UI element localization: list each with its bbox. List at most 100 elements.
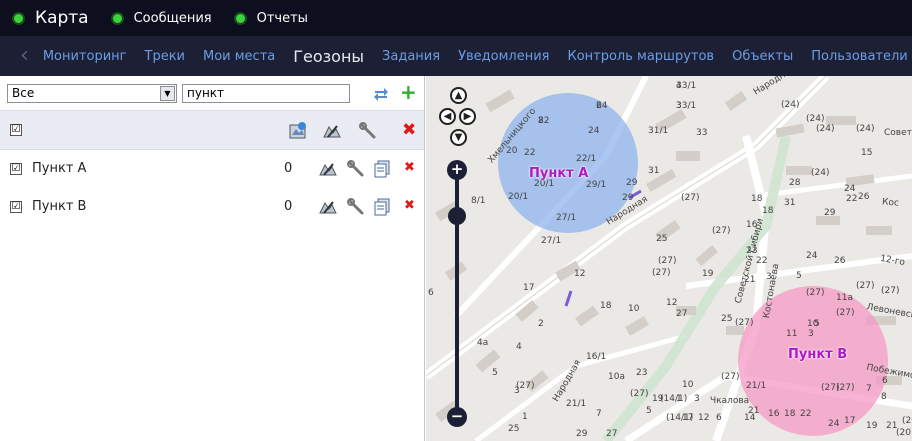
radio-dot-icon (14, 13, 23, 23)
house-number-label: (27) (881, 286, 900, 296)
zoom-in-icon[interactable]: + (447, 160, 467, 180)
delete-x-icon[interactable]: ✖ (402, 120, 416, 140)
list-header-row: ☑ ✖ (0, 110, 424, 150)
row-checkbox[interactable]: ☑ (10, 201, 22, 213)
house-number-label: 29 (626, 178, 638, 188)
house-number-label: (27) (836, 383, 855, 393)
top-menu-bar: Карта Сообщения Отчеты (0, 0, 912, 36)
wrench-icon[interactable] (346, 197, 366, 217)
house-number-label: 5 (646, 406, 652, 416)
group-filter-select[interactable]: Все ▼ (7, 84, 177, 103)
pan-up-icon[interactable]: ▲ (450, 87, 467, 104)
house-number-label: 4а (477, 338, 489, 348)
house-number-label: 29 (576, 429, 588, 439)
copy-icon[interactable] (372, 197, 392, 217)
zoom-slider-thumb[interactable] (448, 207, 466, 225)
geozone-props-icon[interactable] (322, 121, 342, 141)
nav-geofences[interactable]: Геозоны (293, 47, 364, 66)
top-menu-map[interactable]: Карта (14, 8, 89, 28)
top-menu-map-label: Карта (35, 8, 89, 28)
pan-down-icon[interactable]: ▼ (450, 129, 467, 146)
select-all-checkbox[interactable]: ☑ (10, 124, 22, 136)
list-item[interactable]: ☑ Пункт В 0 ✖ (0, 188, 424, 226)
house-number-label: 17 (844, 416, 856, 426)
chevron-left-icon[interactable]: ‹ (20, 45, 29, 67)
search-input[interactable]: пункт (182, 84, 350, 103)
house-number-label: 22 (846, 194, 858, 204)
geozone-props-icon[interactable] (318, 159, 338, 179)
house-number-label: (24) (781, 100, 800, 110)
house-number-label: 26 (834, 256, 846, 266)
add-plus-icon[interactable]: + (400, 80, 417, 104)
house-number-label: 8/1 (471, 196, 486, 206)
nav-units[interactable]: Объекты (732, 49, 793, 64)
house-number-label: 12 (698, 413, 710, 423)
geozone-props-icon[interactable] (318, 197, 338, 217)
house-number-label: 6 (596, 101, 602, 111)
house-number-label: 8 (881, 392, 887, 402)
house-number-label: 16 (768, 409, 780, 419)
pan-left-icon[interactable]: ◀ (439, 108, 456, 125)
geofence-name[interactable]: Пункт А (32, 161, 86, 176)
house-number-label: 19 (866, 421, 878, 431)
zoom-out-icon[interactable]: − (447, 407, 467, 427)
map-canvas[interactable]: Хмельницкого Народная Народная Народная … (426, 76, 912, 441)
delete-x-icon[interactable]: ✖ (404, 198, 415, 213)
house-number-label: 20/1 (508, 192, 529, 202)
house-number-label: (14/1) (660, 394, 688, 404)
geofence-panel: Все ▼ пункт + ☑ ✖ ☑ Пункт А 0 ✖ ☑ Пункт … (0, 76, 425, 441)
dropdown-arrow-icon[interactable]: ▼ (160, 86, 175, 101)
house-number-label: 29/1 (586, 180, 607, 190)
nav-users[interactable]: Пользователи (811, 49, 908, 64)
house-number-label: 29 (824, 208, 836, 218)
house-number-label: (27) (630, 389, 649, 399)
nav-tracks[interactable]: Треки (145, 49, 186, 64)
geozone-new-icon[interactable] (288, 121, 308, 141)
house-number-label: (27) (806, 288, 825, 298)
house-number-label: 20 (506, 146, 518, 156)
nav-notifications[interactable]: Уведомления (458, 49, 549, 64)
delete-x-icon[interactable]: ✖ (404, 160, 415, 175)
wrench-icon[interactable] (346, 159, 366, 179)
list-item[interactable]: ☑ Пункт А 0 ✖ (0, 150, 424, 188)
nav-monitoring[interactable]: Мониторинг (43, 49, 127, 64)
house-number-label: 31 (648, 166, 660, 176)
house-number-label: 10 (682, 380, 694, 390)
radio-dot-icon (112, 13, 122, 23)
nav-my-places[interactable]: Мои места (203, 49, 275, 64)
house-number-label: 5 (492, 368, 498, 378)
house-number-label: 18 (751, 194, 763, 204)
radio-dot-icon (235, 13, 245, 23)
top-menu-reports[interactable]: Отчеты (235, 11, 308, 26)
swap-arrows-icon[interactable] (372, 84, 390, 102)
house-number-label: 16/1 (586, 352, 607, 362)
row-checkbox[interactable]: ☑ (10, 163, 22, 175)
pan-right-icon[interactable]: ▶ (459, 108, 476, 125)
house-number-label: 3 (808, 329, 814, 339)
geofence-name[interactable]: Пункт В (32, 199, 86, 214)
house-number-label: 21 (744, 275, 756, 285)
house-number-label: 27 (606, 429, 618, 439)
house-number-label: 22/1 (576, 154, 597, 164)
house-number-label: 18 (784, 409, 796, 419)
house-number-label: 5 (796, 271, 802, 281)
house-number-label: 5 (814, 319, 820, 329)
house-number-label: 18 (600, 301, 612, 311)
house-number-label: 27/1 (556, 213, 577, 223)
house-number-label: (27) (658, 256, 677, 266)
house-number-label: (27) (735, 318, 754, 328)
house-number-label: 26 (858, 192, 870, 202)
house-number-label: (24) (816, 124, 835, 134)
house-number-label: 3 (676, 101, 682, 111)
nav-route-control[interactable]: Контроль маршрутов (567, 49, 714, 64)
house-number-label: 10 (628, 304, 640, 314)
geozone-label-b[interactable]: Пункт В (788, 347, 847, 362)
copy-icon[interactable] (372, 159, 392, 179)
top-menu-messages[interactable]: Сообщения (112, 11, 212, 26)
house-number-label: 25 (508, 424, 520, 434)
house-number-label: 7 (596, 409, 602, 419)
wrench-icon[interactable] (358, 121, 378, 141)
house-number-label: 8 (538, 116, 544, 126)
nav-jobs[interactable]: Задания (382, 49, 440, 64)
geozone-label-a[interactable]: Пункт А (529, 166, 588, 181)
